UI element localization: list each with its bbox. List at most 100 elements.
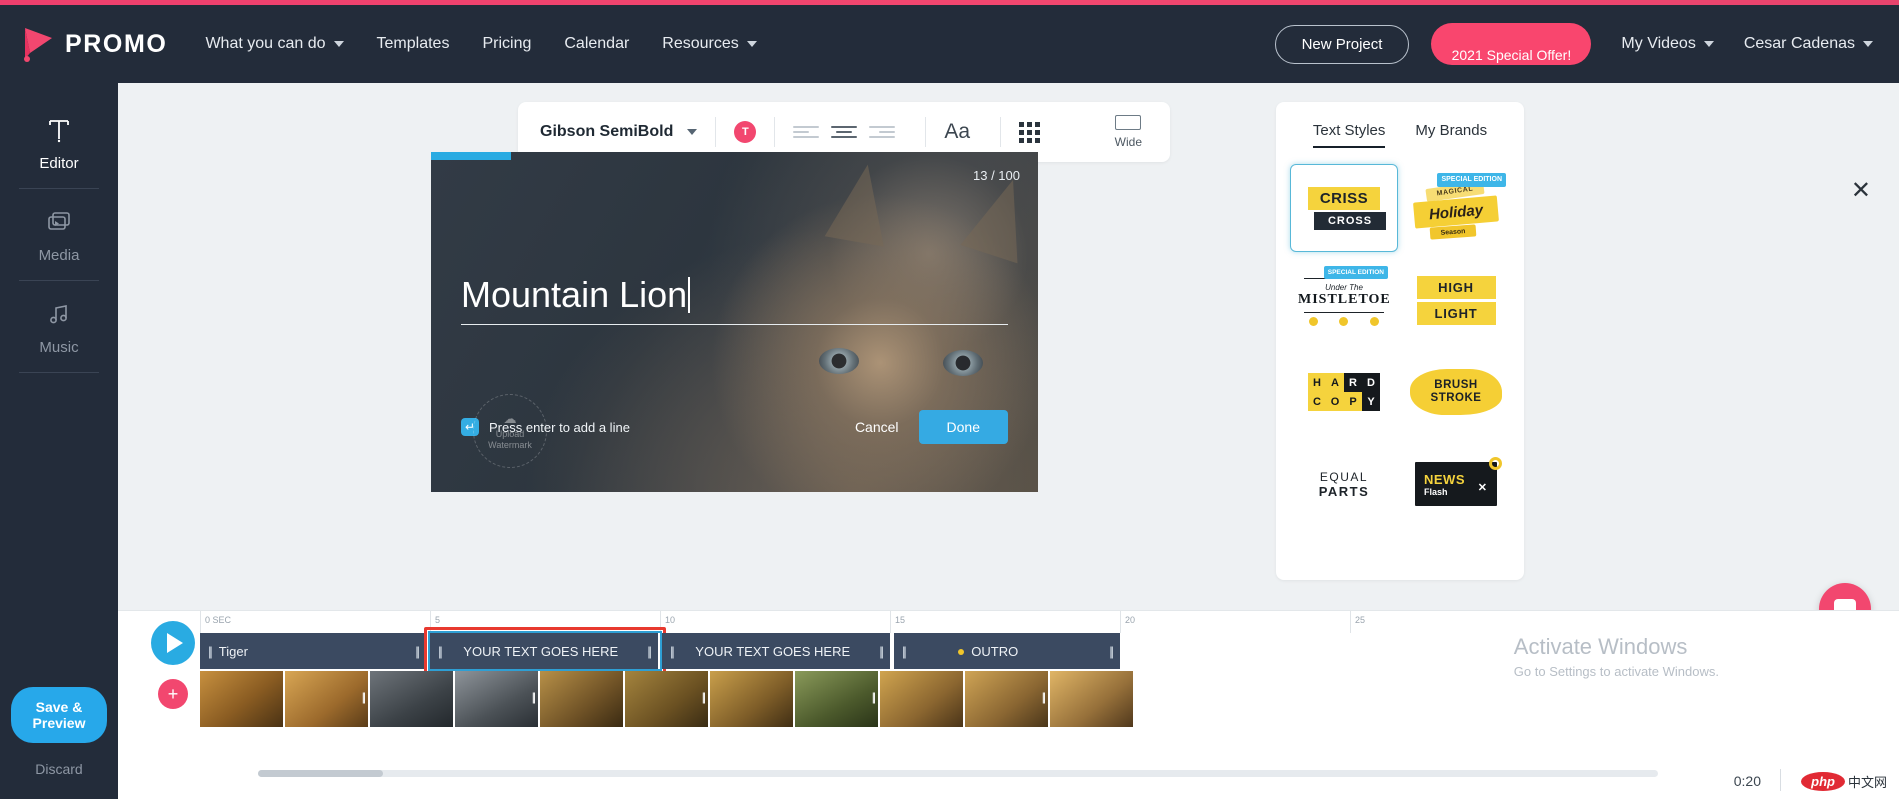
timeline-thumbnail-strip: || || || || || [200, 671, 1135, 727]
thumbnail-clip[interactable]: || [285, 671, 370, 727]
music-note-icon [47, 299, 71, 329]
mistletoe-thumb: SPECIAL EDITION Under The MISTLETOE [1298, 265, 1390, 327]
timeline-clip-text-2[interactable]: || YOUR TEXT GOES HERE || [662, 633, 892, 669]
timeline-clip-outro[interactable]: || OUTRO || [894, 633, 1122, 669]
clip-handle-right-icon[interactable]: || [647, 644, 652, 659]
timeline-scrollbar-thumb[interactable] [258, 770, 383, 777]
photo-detail-ear [824, 159, 898, 247]
thumbnail-clip[interactable]: || [455, 671, 540, 727]
text-edit-value: Mountain Lion [461, 274, 688, 315]
sidebar-item-editor[interactable]: Editor [0, 101, 118, 184]
cancel-button[interactable]: Cancel [855, 419, 899, 435]
sidebar-item-music[interactable]: Music [0, 285, 118, 368]
close-panel-button[interactable]: ✕ [1851, 179, 1871, 203]
criss-cross-line2: CROSS [1313, 211, 1387, 230]
play-button[interactable] [151, 621, 195, 665]
thumb-handle-icon[interactable]: || [532, 690, 536, 704]
align-left-icon[interactable] [793, 122, 820, 142]
thumbnail-clip[interactable]: || [625, 671, 710, 727]
thumbnail-clip[interactable]: || [795, 671, 880, 727]
editor-canvas-area: Gibson SemiBold T Aa Wide 13 / 100 Mount… [118, 83, 1899, 635]
thumb-handle-icon[interactable]: || [702, 690, 706, 704]
font-family-dropdown[interactable]: Gibson SemiBold [540, 123, 698, 141]
header-actions: New Project 2021 Special Offer! My Video… [1274, 23, 1873, 65]
toolbar-divider [715, 117, 717, 147]
rail-divider [19, 280, 99, 281]
rail-divider [19, 188, 99, 189]
add-scene-button[interactable]: + [158, 679, 188, 709]
character-counter: 13 / 100 [973, 168, 1020, 183]
text-edit-field[interactable]: Mountain Lion [461, 274, 1008, 326]
activation-title: Activate Windows [1513, 634, 1688, 659]
video-preview[interactable]: 13 / 100 Mountain Lion ↵ Press enter to … [431, 152, 1038, 492]
text-size-button[interactable]: Aa [944, 120, 970, 144]
mistletoe-line1: Under The [1325, 283, 1363, 292]
tab-my-brands[interactable]: My Brands [1415, 122, 1487, 148]
timeline-scrollbar[interactable] [258, 770, 1658, 777]
account-menu[interactable]: Cesar Cadenas [1744, 35, 1873, 53]
clip-label: YOUR TEXT GOES HERE [695, 643, 851, 659]
clip-handle-right-icon[interactable]: || [415, 644, 420, 659]
upload-watermark-button[interactable]: ☁ Upload Watermark [473, 394, 547, 468]
clip-handle-left-icon[interactable]: || [438, 644, 443, 659]
style-card-news-flash[interactable]: NEWS Flash ✕ [1402, 440, 1510, 528]
nav-item-resources[interactable]: Resources [662, 35, 757, 53]
thumbnail-clip[interactable] [880, 671, 965, 727]
done-button[interactable]: Done [918, 410, 1008, 444]
style-card-equal-parts[interactable]: EQUAL PARTS [1290, 440, 1398, 528]
style-card-criss-cross[interactable]: CRISS CROSS [1290, 164, 1398, 252]
highlight-thumb: HIGH LIGHT [1416, 275, 1496, 325]
thumb-handle-icon[interactable]: || [872, 690, 876, 704]
thumbnail-clip[interactable] [200, 671, 285, 727]
clip-handle-left-icon[interactable]: || [902, 644, 907, 659]
align-right-icon[interactable] [869, 122, 896, 142]
chevron-down-icon [1703, 41, 1714, 47]
nav-item-pricing[interactable]: Pricing [482, 35, 531, 53]
clip-position-indicator [431, 152, 511, 160]
thumbnail-clip[interactable] [540, 671, 625, 727]
sidebar-item-media[interactable]: Media [0, 193, 118, 276]
style-card-under-the-mistletoe[interactable]: SPECIAL EDITION Under The MISTLETOE [1290, 256, 1398, 344]
nav-item-templates[interactable]: Templates [377, 35, 450, 53]
my-videos-menu[interactable]: My Videos [1621, 35, 1714, 53]
aspect-ratio-label: Wide [1114, 135, 1142, 149]
highlight-line2: LIGHT [1416, 301, 1496, 325]
nav-item-calendar[interactable]: Calendar [564, 35, 629, 53]
promo-logo[interactable]: PROMO [22, 26, 167, 62]
timeline-clip-tiger[interactable]: || Tiger || [200, 633, 428, 669]
grid-icon[interactable] [1019, 121, 1041, 143]
tab-text-styles[interactable]: Text Styles [1312, 122, 1386, 148]
thumb-handle-icon[interactable]: || [1042, 690, 1046, 704]
watermark-label-line2: Watermark [488, 440, 532, 451]
thumbnail-clip[interactable] [710, 671, 795, 727]
style-card-hard-copy[interactable]: H A R D C O P Y [1290, 348, 1398, 436]
clip-handle-right-icon[interactable]: || [879, 644, 884, 659]
styles-panel-tabs: Text Styles My Brands [1276, 102, 1524, 148]
nav-item-what-you-can-do[interactable]: What you can do [205, 35, 344, 53]
thumbnail-clip[interactable] [1050, 671, 1135, 727]
save-preview-button[interactable]: Save & Preview [11, 687, 107, 743]
style-card-magical-holiday-season[interactable]: MAGICAL Holiday Season SPECIAL EDITION [1402, 164, 1510, 252]
style-card-brush-stroke[interactable]: BRUSH STROKE [1402, 348, 1510, 436]
clip-label: Tiger [218, 643, 248, 659]
php-cn-text: 中文网 [1847, 775, 1887, 790]
style-card-high-light[interactable]: HIGH LIGHT [1402, 256, 1510, 344]
toolbar-divider [925, 117, 927, 147]
align-center-icon[interactable] [831, 122, 858, 142]
discard-button[interactable]: Discard [35, 761, 82, 777]
timeline-ruler: 0 SEC 5 10 15 20 25 [200, 611, 1899, 633]
promo-play-icon [24, 28, 52, 62]
new-project-button[interactable]: New Project [1274, 24, 1410, 64]
clip-handle-left-icon[interactable]: || [208, 644, 213, 659]
text-color-swatch[interactable]: T [734, 121, 757, 143]
clip-handle-right-icon[interactable]: || [1109, 644, 1114, 659]
thumbnail-clip[interactable] [370, 671, 455, 727]
thumbnail-clip[interactable]: || [965, 671, 1050, 727]
aspect-ratio-button[interactable]: Wide [1115, 115, 1142, 149]
hardcopy-char: Y [1362, 392, 1380, 411]
clip-handle-left-icon[interactable]: || [670, 644, 675, 659]
special-offer-button[interactable]: 2021 Special Offer! [1431, 23, 1592, 65]
thumb-handle-icon[interactable]: || [362, 690, 366, 704]
timeline-clip-text-1[interactable]: || YOUR TEXT GOES HERE || [428, 631, 662, 671]
promo-logo-text: PROMO [65, 29, 168, 58]
